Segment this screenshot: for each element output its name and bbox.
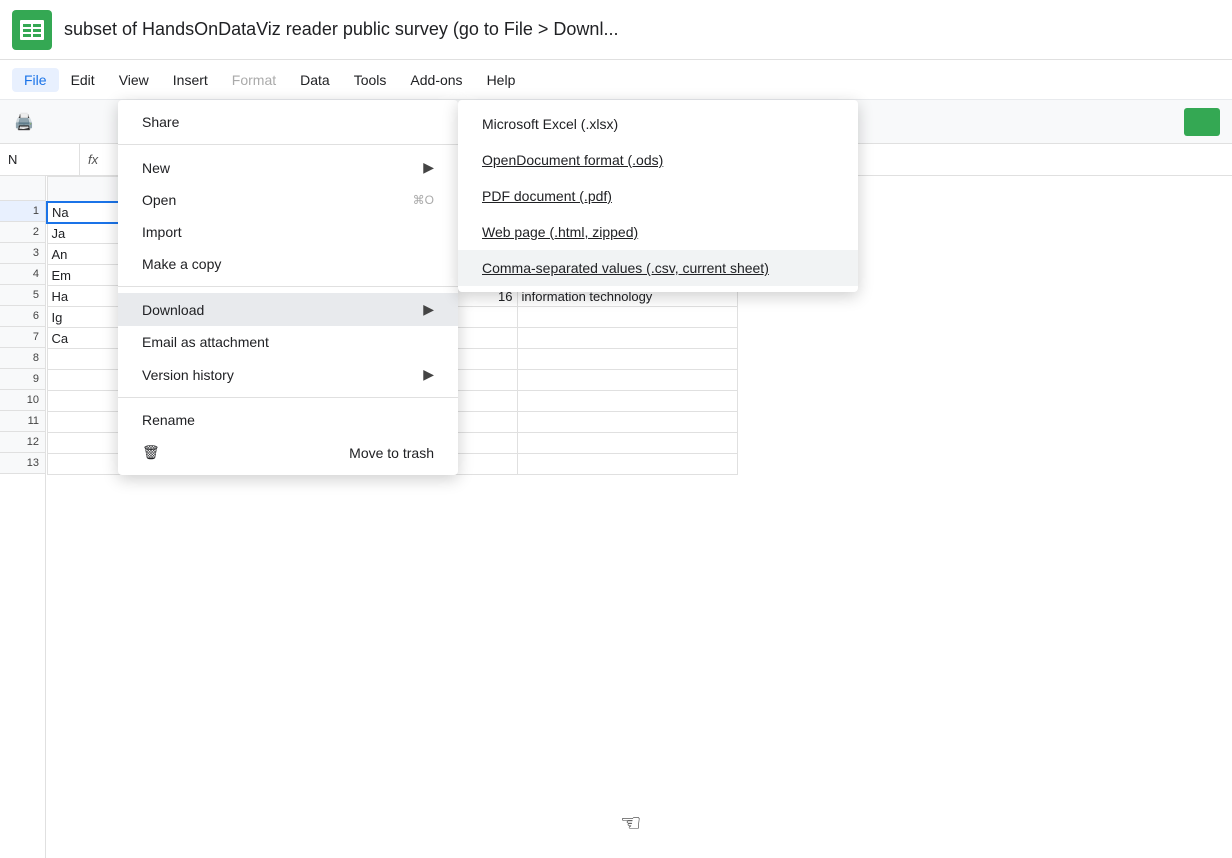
row-num-2: 2	[0, 222, 45, 243]
fx-label: fx	[80, 152, 106, 167]
row-num-7: 7	[0, 327, 45, 348]
cell-a13[interactable]	[47, 454, 127, 475]
row-numbers: 1 2 3 4 5 6 7 8 9 10 11 12 13	[0, 176, 46, 858]
row-num-header	[0, 176, 45, 201]
cell-a3[interactable]: An	[47, 244, 127, 265]
download-xlsx[interactable]: Microsoft Excel (.xlsx)	[458, 106, 858, 142]
menu-data[interactable]: Data	[288, 68, 342, 92]
cell-a8[interactable]	[47, 349, 127, 370]
row-num-12: 12	[0, 432, 45, 453]
row-num-9: 9	[0, 369, 45, 390]
download-arrow-icon: ▶	[423, 301, 434, 318]
menu-insert[interactable]: Insert	[161, 68, 220, 92]
file-menu-version-history[interactable]: Version history ▶	[118, 358, 458, 391]
menu-help[interactable]: Help	[475, 68, 528, 92]
menu-addons[interactable]: Add-ons	[398, 68, 474, 92]
file-menu-make-copy[interactable]: Make a copy	[118, 248, 458, 280]
menu-bar: File Edit View Insert Format Data Tools …	[0, 60, 1232, 100]
version-history-arrow-icon: ▶	[423, 366, 434, 383]
cell-a7[interactable]: Ca	[47, 328, 127, 349]
cell-a12[interactable]	[47, 433, 127, 454]
cell-e9[interactable]	[517, 370, 737, 391]
cursor-hand-icon: ☞	[620, 809, 642, 838]
cell-a2[interactable]: Ja	[47, 223, 127, 244]
row-num-3: 3	[0, 243, 45, 264]
cell-e6[interactable]	[517, 307, 737, 328]
cell-a9[interactable]	[47, 370, 127, 391]
cell-e10[interactable]	[517, 391, 737, 412]
print-button[interactable]: 🖨️	[8, 106, 40, 138]
row-num-5: 5	[0, 285, 45, 306]
file-menu-rename[interactable]: Rename	[118, 404, 458, 436]
row-num-10: 10	[0, 390, 45, 411]
separator-1	[118, 144, 458, 145]
file-menu-share[interactable]: Share	[118, 106, 458, 138]
document-title: subset of HandsOnDataViz reader public s…	[64, 19, 618, 40]
cell-reference: N	[0, 144, 80, 175]
separator-2	[118, 286, 458, 287]
menu-tools[interactable]: Tools	[342, 68, 399, 92]
cell-a5[interactable]: Ha	[47, 286, 127, 307]
sheets-icon	[12, 10, 52, 50]
menu-edit[interactable]: Edit	[59, 68, 107, 92]
cell-e7[interactable]	[517, 328, 737, 349]
row-num-4: 4	[0, 264, 45, 285]
menu-view[interactable]: View	[107, 68, 161, 92]
row-num-6: 6	[0, 306, 45, 327]
cell-e11[interactable]	[517, 412, 737, 433]
file-menu-import[interactable]: Import	[118, 216, 458, 248]
cell-e12[interactable]	[517, 433, 737, 454]
cell-e8[interactable]	[517, 349, 737, 370]
cell-e13[interactable]	[517, 454, 737, 475]
file-menu: Share New ▶ Open ⌘O Import Make a copy D…	[118, 100, 458, 475]
file-menu-move-to-trash[interactable]: 🗑 Move to trash	[118, 436, 458, 469]
share-button[interactable]	[1184, 108, 1220, 136]
row-num-11: 11	[0, 411, 45, 432]
cell-a1[interactable]: Na	[47, 202, 127, 223]
download-pdf[interactable]: PDF document (.pdf)	[458, 178, 858, 214]
cell-a11[interactable]	[47, 412, 127, 433]
file-menu-new[interactable]: New ▶	[118, 151, 458, 184]
separator-3	[118, 397, 458, 398]
cell-a4[interactable]: Em	[47, 265, 127, 286]
row-num-1: 1	[0, 201, 45, 222]
cell-a6[interactable]: Ig	[47, 307, 127, 328]
download-html[interactable]: Web page (.html, zipped)	[458, 214, 858, 250]
cell-a10[interactable]	[47, 391, 127, 412]
file-menu-download[interactable]: Download ▶	[118, 293, 458, 326]
file-menu-open[interactable]: Open ⌘O	[118, 184, 458, 216]
row-num-13: 13	[0, 453, 45, 474]
open-shortcut: ⌘O	[413, 193, 434, 207]
new-arrow-icon: ▶	[423, 159, 434, 176]
col-header-a[interactable]	[47, 177, 127, 202]
top-bar: subset of HandsOnDataViz reader public s…	[0, 0, 1232, 60]
menu-format[interactable]: Format	[220, 68, 288, 92]
download-csv[interactable]: Comma-separated values (.csv, current sh…	[458, 250, 858, 286]
row-num-8: 8	[0, 348, 45, 369]
download-submenu: Microsoft Excel (.xlsx) OpenDocument for…	[458, 100, 858, 292]
trash-icon: 🗑	[142, 444, 160, 461]
menu-file[interactable]: File	[12, 68, 59, 92]
file-menu-email-attachment[interactable]: Email as attachment	[118, 326, 458, 358]
download-ods[interactable]: OpenDocument format (.ods)	[458, 142, 858, 178]
